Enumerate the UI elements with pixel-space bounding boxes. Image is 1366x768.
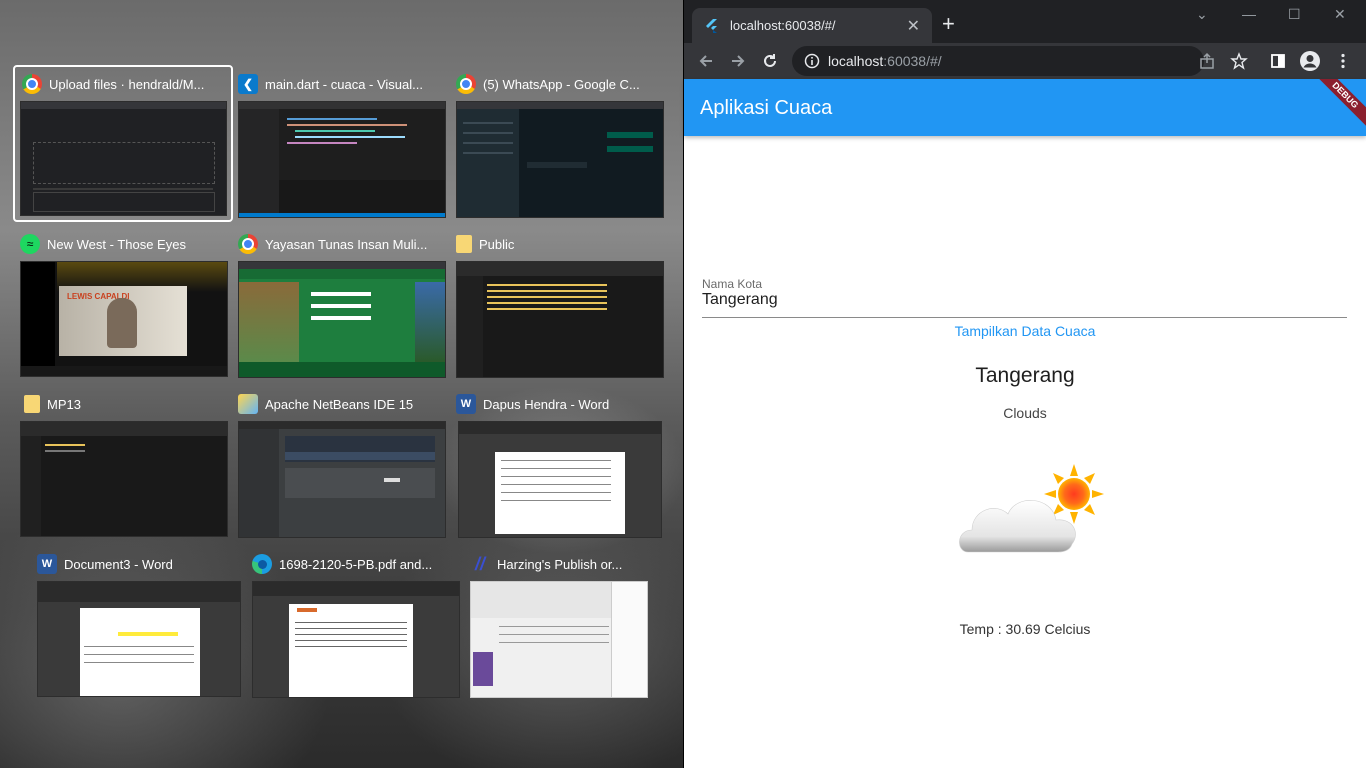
city-field-label: Nama Kota: [702, 277, 763, 291]
new-tab-icon[interactable]: +: [942, 13, 955, 35]
tab-close-icon[interactable]: ✕: [907, 16, 920, 36]
snap-window-title: Harzing's Publish or...: [497, 556, 623, 572]
tab-title: localhost:60038/#/: [730, 18, 836, 33]
window-thumbnail: [20, 421, 228, 537]
snap-window-public-folder[interactable]: Public: [456, 227, 664, 378]
flutter-icon: [706, 18, 717, 33]
word-icon: W: [37, 554, 57, 574]
snap-window-title: New West - Those Eyes: [47, 236, 186, 252]
profile-avatar-icon[interactable]: [1298, 49, 1322, 73]
temperature-text: Temp : 30.69 Celcius: [959, 621, 1091, 637]
snap-window-title: 1698-2120-5-PB.pdf and...: [279, 556, 433, 572]
forward-icon[interactable]: [726, 49, 750, 73]
snap-window-title: (5) WhatsApp - Google C...: [483, 76, 640, 92]
site-info-icon[interactable]: [804, 53, 820, 69]
spotify-icon: ≈: [20, 234, 40, 254]
snap-window-whatsapp[interactable]: (5) WhatsApp - Google C...: [456, 67, 664, 218]
snap-window-netbeans[interactable]: Apache NetBeans IDE 15: [238, 387, 446, 538]
snap-window-title: MP13: [47, 396, 81, 412]
browser-tab[interactable]: localhost:60038/#/ ✕: [692, 8, 932, 43]
snap-window-title: Public: [479, 236, 515, 252]
edge-icon: [252, 554, 272, 574]
chrome-window: localhost:60038/#/ ✕ + ⌄ — ☐ ✕ localhost…: [684, 0, 1366, 768]
word-icon: W: [456, 394, 476, 414]
snap-window-harzing[interactable]: // Harzing's Publish or...: [470, 547, 676, 698]
app-title: Aplikasi Cuaca: [700, 97, 833, 119]
tab-search-icon[interactable]: ⌄: [1196, 6, 1208, 23]
window-thumbnail: [238, 101, 446, 218]
city-input[interactable]: [702, 291, 1342, 309]
app-bar: Aplikasi Cuaca DEBUG: [684, 79, 1366, 136]
window-thumbnail: [238, 421, 446, 538]
reload-icon[interactable]: [758, 49, 782, 73]
url-host: localhost: [828, 53, 884, 69]
city-input-underline: [702, 317, 1347, 318]
snap-window-upload-files[interactable]: Upload files · hendrald/M...: [13, 65, 233, 222]
window-thumbnail: [252, 581, 460, 698]
harzing-icon: //: [474, 553, 485, 574]
side-panel-icon[interactable]: [1266, 49, 1290, 73]
share-icon[interactable]: [1195, 49, 1219, 73]
window-thumbnail: LEWIS CAPALDI: [20, 261, 228, 377]
address-bar[interactable]: localhost:60038/#/: [792, 46, 1204, 76]
window-thumbnail: [470, 581, 648, 698]
city-name: Tangerang: [975, 364, 1075, 387]
chrome-icon: [456, 74, 476, 94]
snap-assist-panel: Upload files · hendrald/M... ❮ main.dart…: [0, 0, 684, 768]
snap-window-vscode[interactable]: ❮ main.dart - cuaca - Visual...: [238, 67, 446, 218]
maximize-icon[interactable]: ☐: [1288, 6, 1301, 23]
close-window-icon[interactable]: ✕: [1334, 6, 1346, 23]
tab-strip: localhost:60038/#/ ✕ + ⌄ — ☐ ✕: [684, 0, 1366, 43]
url-path: :60038/#/: [883, 53, 942, 69]
snap-window-title: Yayasan Tunas Insan Muli...: [265, 236, 428, 252]
browser-toolbar: localhost:60038/#/: [684, 43, 1366, 79]
chrome-icon: [238, 234, 258, 254]
snap-window-pdf-edge[interactable]: 1698-2120-5-PB.pdf and...: [252, 547, 460, 698]
snap-window-dapus-word[interactable]: W Dapus Hendra - Word: [456, 387, 662, 538]
weather-description: Clouds: [1003, 405, 1047, 421]
back-icon[interactable]: [694, 49, 718, 73]
partly-cloudy-icon: [959, 464, 1104, 553]
bookmark-star-icon[interactable]: [1227, 49, 1251, 73]
debug-banner: DEBUG: [1308, 79, 1366, 132]
snap-window-yayasan[interactable]: Yayasan Tunas Insan Muli...: [238, 227, 446, 378]
window-thumbnail: [238, 261, 446, 378]
snap-window-document3-word[interactable]: W Document3 - Word: [37, 547, 241, 697]
minimize-icon[interactable]: —: [1242, 6, 1256, 22]
vscode-icon: ❮: [238, 74, 258, 94]
folder-icon: [24, 395, 40, 413]
window-thumbnail: [456, 261, 664, 378]
window-thumbnail: [456, 101, 664, 218]
snap-window-title: Document3 - Word: [64, 556, 173, 572]
netbeans-icon: [238, 394, 258, 414]
folder-icon: [456, 235, 472, 253]
menu-kebab-icon[interactable]: [1331, 49, 1355, 73]
snap-window-title: Apache NetBeans IDE 15: [265, 396, 414, 412]
snap-window-title: Dapus Hendra - Word: [483, 396, 610, 412]
show-weather-button[interactable]: Tampilkan Data Cuaca: [684, 323, 1366, 339]
snap-window-spotify[interactable]: ≈ New West - Those Eyes LEWIS CAPALDI: [20, 227, 228, 377]
snap-window-title: main.dart - cuaca - Visual...: [265, 76, 423, 92]
chrome-icon: [22, 74, 42, 94]
snap-window-mp13-folder[interactable]: MP13: [20, 387, 228, 537]
window-thumbnail: [20, 101, 227, 216]
window-thumbnail: [37, 581, 241, 697]
snap-window-title: Upload files · hendrald/M...: [49, 76, 205, 92]
window-thumbnail: [458, 421, 662, 538]
